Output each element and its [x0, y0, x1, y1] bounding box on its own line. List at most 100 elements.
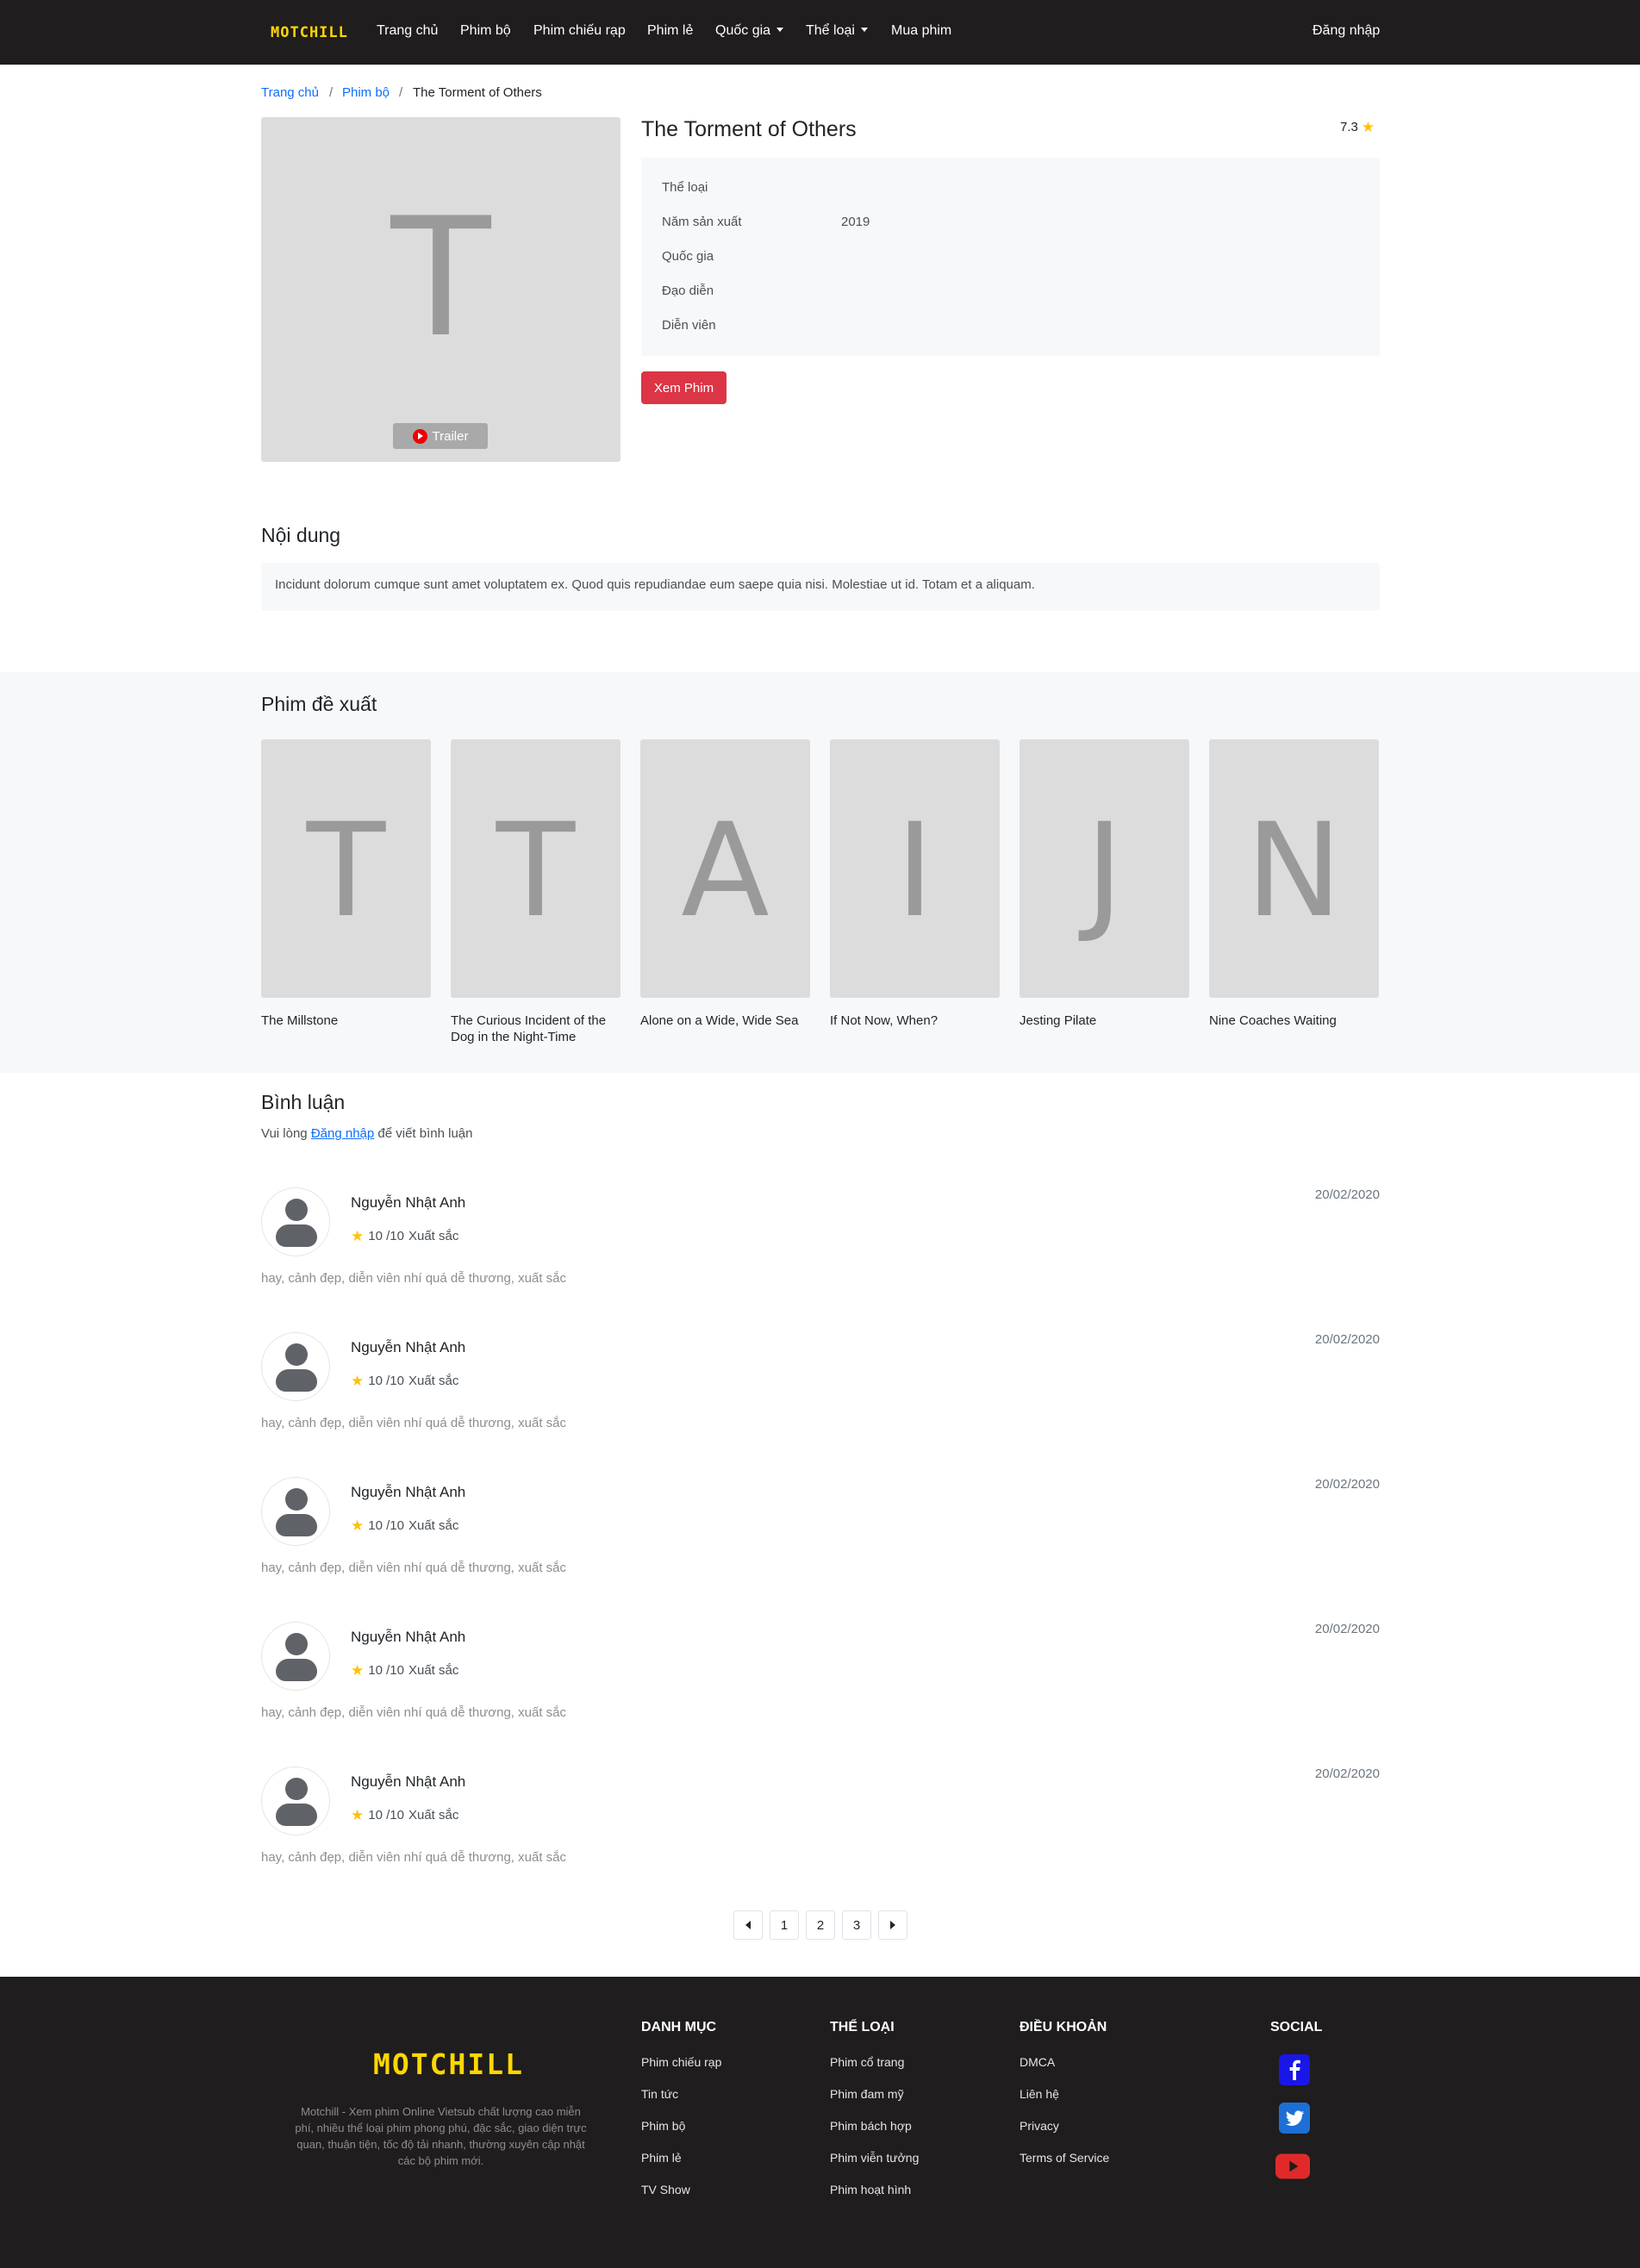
comment-score: ★ 10 /10 Xuất sắc — [351, 1663, 458, 1678]
trailer-button[interactable]: Trailer — [393, 423, 488, 449]
page-button[interactable]: 3 — [842, 1910, 871, 1940]
footer-link[interactable]: Phim hoạt hình — [830, 2183, 911, 2196]
info-label-country: Quốc gia — [662, 249, 714, 264]
comment-date: 20/02/2020 — [1314, 1187, 1380, 1202]
youtube-icon[interactable] — [1275, 2151, 1310, 2182]
login-link[interactable]: Đăng nhập — [1313, 23, 1380, 39]
movie-poster: T — [261, 117, 620, 462]
recommended-poster[interactable]: A — [640, 739, 810, 998]
comment-score-value: 10 /10 — [368, 1229, 404, 1243]
twitter-icon[interactable] — [1279, 2103, 1310, 2134]
footer: MOTCHILL Motchill - Xem phim Online Viet… — [0, 1977, 1640, 2268]
login-note-link[interactable]: Đăng nhập — [311, 1126, 374, 1141]
footer-link[interactable]: Tin tức — [641, 2087, 678, 2101]
recommended-poster[interactable]: N — [1209, 739, 1379, 998]
comment-score: ★ 10 /10 Xuất sắc — [351, 1808, 458, 1822]
recommended-title[interactable]: Nine Coaches Waiting — [1209, 1012, 1379, 1029]
comment-verdict: Xuất sắc — [408, 1518, 459, 1533]
comment-item: Nguyễn Nhật Anh ★ 10 /10 Xuất sắc 20/02/20… — [261, 1766, 1380, 1887]
breadcrumb-category[interactable]: Phim bộ — [342, 85, 390, 100]
comment-score: ★ 10 /10 Xuất sắc — [351, 1518, 458, 1533]
recommended-poster[interactable]: I — [830, 739, 1000, 998]
recommended-section — [0, 672, 1640, 1073]
recommended-card[interactable]: I If Not Now, When? — [830, 739, 1000, 1029]
footer-description: Motchill - Xem phim Online Vietsub chất … — [295, 2105, 587, 2167]
trailer-label: Trailer — [432, 428, 469, 444]
recommended-title[interactable]: The Millstone — [261, 1012, 431, 1029]
recommended-card[interactable]: N Nine Coaches Waiting — [1209, 739, 1379, 1029]
poster-letter: I — [895, 796, 934, 946]
comment-verdict: Xuất sắc — [408, 1663, 459, 1678]
recommended-title[interactable]: Jesting Pilate — [1020, 1012, 1189, 1029]
star-icon: ★ — [351, 1373, 365, 1389]
comment-score-value: 10 /10 — [368, 1808, 404, 1822]
movie-title: The Torment of Others — [641, 117, 857, 141]
recommended-title[interactable]: The Curious Incident of the Dog in the N… — [451, 1012, 620, 1045]
poster-letter: T — [306, 796, 386, 946]
recommended-title[interactable]: If Not Now, When? — [830, 1012, 1000, 1029]
comment-verdict: Xuất sắc — [408, 1229, 459, 1243]
play-icon — [412, 428, 427, 444]
avatar — [261, 1332, 330, 1401]
nav-home[interactable]: Trang chủ — [377, 23, 438, 39]
nav-buy[interactable]: Mua phim — [891, 23, 951, 39]
nav-genre-dropdown[interactable]: Thể loại — [806, 23, 868, 39]
footer-heading-category: DANH MỤC — [641, 2020, 717, 2034]
comment-text: hay, cảnh đẹp, diễn viên nhí quá dễ thươ… — [261, 1271, 567, 1286]
caret-left-icon — [745, 1921, 751, 1929]
comment-date: 20/02/2020 — [1314, 1622, 1380, 1636]
footer-link[interactable]: Phim lẻ — [641, 2151, 682, 2165]
footer-link[interactable]: TV Show — [641, 2183, 690, 2196]
footer-logo[interactable]: MOTCHILL — [373, 2047, 524, 2081]
recommended-poster[interactable]: J — [1020, 739, 1189, 998]
caret-down-icon — [860, 28, 868, 32]
next-page-button[interactable] — [878, 1910, 907, 1940]
recommended-card[interactable]: A Alone on a Wide, Wide Sea — [640, 739, 810, 1029]
page-button[interactable]: 1 — [770, 1910, 799, 1940]
page-button[interactable]: 2 — [806, 1910, 835, 1940]
rating-value: 7.3 — [1340, 120, 1358, 134]
avatar — [261, 1622, 330, 1691]
footer-link[interactable]: DMCA — [1020, 2055, 1055, 2069]
comment-date: 20/02/2020 — [1314, 1477, 1380, 1492]
recommended-title[interactable]: Alone on a Wide, Wide Sea — [640, 1012, 810, 1029]
poster-letter: N — [1245, 796, 1343, 946]
comment-verdict: Xuất sắc — [408, 1374, 459, 1388]
nav-single[interactable]: Phim lẻ — [647, 23, 693, 39]
comment-score: ★ 10 /10 Xuất sắc — [351, 1229, 458, 1243]
recommended-poster[interactable]: T — [451, 739, 620, 998]
footer-link[interactable]: Privacy — [1020, 2119, 1059, 2133]
nav-cinema[interactable]: Phim chiếu rạp — [533, 23, 626, 39]
footer-link[interactable]: Phim đam mỹ — [830, 2087, 904, 2101]
recommended-card[interactable]: T The Curious Incident of the Dog in the… — [451, 739, 620, 1045]
poster-letter: J — [1085, 796, 1124, 946]
comment-item: Nguyễn Nhật Anh ★ 10 /10 Xuất sắc 20/02/20… — [261, 1187, 1380, 1308]
recommended-card[interactable]: T The Millstone — [261, 739, 431, 1029]
footer-link[interactable]: Liên hệ — [1020, 2087, 1059, 2101]
prev-page-button[interactable] — [733, 1910, 763, 1940]
footer-link[interactable]: Phim bộ — [641, 2119, 685, 2133]
comment-author: Nguyễn Nhật Anh — [351, 1339, 466, 1355]
footer-link[interactable]: Phim cổ trang — [830, 2055, 904, 2069]
site-logo[interactable]: MOTCHILL — [271, 24, 348, 41]
footer-link[interactable]: Terms of Service — [1020, 2151, 1109, 2165]
comment-text: hay, cảnh đẹp, diễn viên nhí quá dễ thươ… — [261, 1705, 567, 1720]
nav-country-dropdown[interactable]: Quốc gia — [715, 23, 784, 39]
recommended-card[interactable]: J Jesting Pilate — [1020, 739, 1189, 1029]
info-label-year: Năm sản xuất — [662, 215, 742, 229]
footer-link[interactable]: Phim viễn tưởng — [830, 2151, 919, 2165]
footer-heading-terms: ĐIỀU KHOẢN — [1020, 2020, 1107, 2034]
watch-movie-button[interactable]: Xem Phim — [641, 371, 726, 404]
footer-link[interactable]: Phim chiếu rạp — [641, 2055, 721, 2069]
footer-link[interactable]: Phim bách hợp — [830, 2119, 912, 2133]
comment-item: Nguyễn Nhật Anh ★ 10 /10 Xuất sắc 20/02/20… — [261, 1332, 1380, 1453]
nav-series[interactable]: Phim bộ — [460, 23, 511, 39]
facebook-icon[interactable] — [1279, 2054, 1310, 2085]
breadcrumb-home[interactable]: Trang chủ — [261, 85, 319, 100]
footer-heading-genre: THỂ LOẠI — [830, 2020, 895, 2034]
recommended-poster[interactable]: T — [261, 739, 431, 998]
login-note: Vui lòng Đăng nhập để viết bình luận — [261, 1126, 473, 1141]
comment-text: hay, cảnh đẹp, diễn viên nhí quá dễ thươ… — [261, 1850, 567, 1865]
movie-rating: 7.3 ★ — [1340, 120, 1375, 134]
comment-date: 20/02/2020 — [1314, 1332, 1380, 1347]
